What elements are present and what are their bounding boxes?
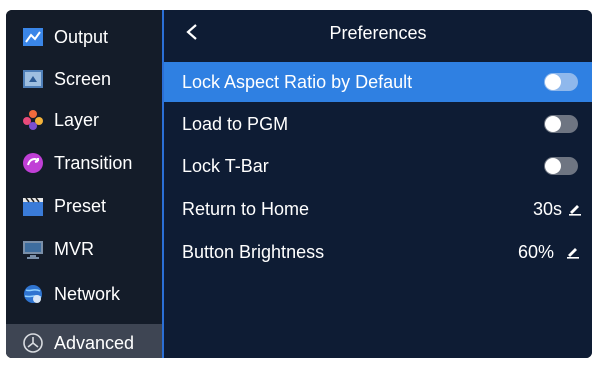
setting-row-load-to-pgm[interactable]: Load to PGM xyxy=(164,104,592,144)
setting-label: Load to PGM xyxy=(182,113,289,134)
setting-value: 60% xyxy=(517,241,554,262)
toggle-knob xyxy=(545,158,561,174)
setting-label: Lock Aspect Ratio by Default xyxy=(182,71,413,92)
sidebar-item-label: Output xyxy=(54,26,109,47)
sidebar-item-label: Transition xyxy=(54,152,133,173)
sidebar-item-screen[interactable]: Screen xyxy=(6,60,162,98)
setting-label: Lock T-Bar xyxy=(182,155,269,176)
lock-aspect-ratio-toggle[interactable] xyxy=(544,73,578,91)
sidebar-item-output[interactable]: Output xyxy=(6,18,162,56)
setting-row-button-brightness[interactable]: Button Brightness 60% xyxy=(164,232,592,272)
preset-icon xyxy=(23,197,43,216)
transition-icon xyxy=(23,153,43,173)
toggle-knob xyxy=(545,116,561,132)
device-screen: Output Screen Layer Transition Preset MV… xyxy=(6,10,592,358)
return-to-home-value[interactable]: 30s xyxy=(533,189,582,229)
button-brightness-value[interactable]: 60% xyxy=(518,232,580,272)
sidebar-item-network[interactable]: Network xyxy=(6,275,162,313)
advanced-icon xyxy=(23,333,43,353)
edit-icon xyxy=(569,205,581,216)
page-title: Preferences xyxy=(329,23,427,43)
sidebar-item-label: Preset xyxy=(54,195,107,216)
mvr-icon xyxy=(23,241,43,259)
sidebar-item-layer[interactable]: Layer xyxy=(6,101,162,139)
sidebar-item-label: Network xyxy=(54,283,121,304)
screen-icon xyxy=(23,70,43,88)
setting-row-lock-t-bar[interactable]: Lock T-Bar xyxy=(164,146,592,186)
setting-label: Return to Home xyxy=(182,198,310,219)
sidebar-item-label: MVR xyxy=(54,238,94,259)
setting-row-lock-aspect-ratio[interactable]: Lock Aspect Ratio by Default xyxy=(164,62,592,102)
load-to-pgm-toggle[interactable] xyxy=(544,115,578,133)
sidebar-item-mvr[interactable]: MVR xyxy=(6,230,162,268)
layer-icon xyxy=(23,110,43,130)
preferences-panel: Preferences Lock Aspect Ratio by Default… xyxy=(164,10,592,358)
sidebar-item-label: Screen xyxy=(54,68,112,89)
sidebar-item-label: Advanced xyxy=(54,332,135,353)
sidebar-item-transition[interactable]: Transition xyxy=(6,144,162,182)
output-icon xyxy=(23,28,43,46)
toggle-knob xyxy=(545,74,561,90)
setting-value: 30s xyxy=(532,198,562,219)
lock-t-bar-toggle[interactable] xyxy=(544,157,578,175)
sidebar-item-advanced[interactable]: Advanced xyxy=(6,324,162,358)
edit-icon xyxy=(567,248,579,259)
panel-header: Preferences xyxy=(164,10,592,56)
setting-row-return-to-home[interactable]: Return to Home 30s xyxy=(164,189,592,229)
sidebar-item-preset[interactable]: Preset xyxy=(6,187,162,225)
sidebar-item-label: Layer xyxy=(54,109,100,130)
network-icon xyxy=(24,285,42,303)
setting-label: Button Brightness xyxy=(182,241,325,262)
sidebar: Output Screen Layer Transition Preset MV… xyxy=(6,10,162,358)
